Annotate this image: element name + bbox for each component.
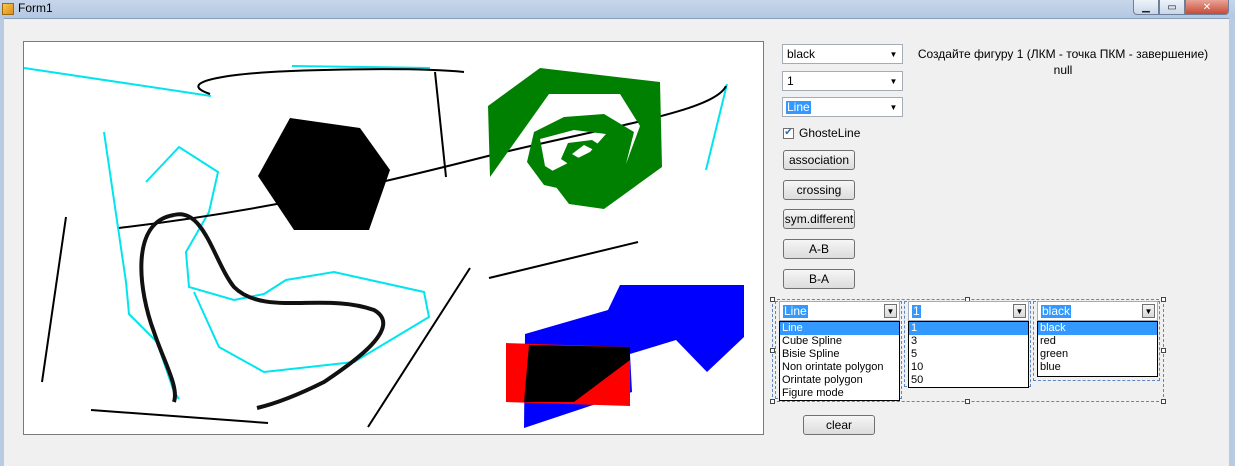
maximize-icon[interactable]: ▭ bbox=[1159, 0, 1185, 15]
list-item[interactable]: 50 bbox=[909, 374, 1028, 387]
chevron-down-icon[interactable]: ▼ bbox=[884, 304, 897, 318]
ghostline-label: GhosteLine bbox=[799, 126, 861, 140]
mode-list-combo[interactable]: Line ▼ bbox=[779, 301, 900, 321]
close-icon[interactable]: ✕ bbox=[1185, 0, 1229, 15]
resize-handle[interactable] bbox=[770, 399, 775, 404]
black-curve-top bbox=[197, 68, 465, 95]
black-line-short bbox=[488, 241, 639, 279]
a-minus-b-button[interactable]: A-B bbox=[783, 239, 855, 259]
black-line-vertical bbox=[434, 71, 447, 178]
list-item[interactable]: 5 bbox=[909, 348, 1028, 361]
color-dropdown-list: black red green blue bbox=[1037, 321, 1158, 377]
list-item[interactable]: red bbox=[1038, 335, 1157, 348]
cyan-polyline-top-mid bbox=[291, 65, 431, 69]
black-line-bottom bbox=[90, 409, 269, 424]
color-combo[interactable]: black ▼ bbox=[782, 44, 903, 64]
list-item[interactable]: Line bbox=[780, 322, 899, 335]
list-item[interactable]: green bbox=[1038, 348, 1157, 361]
list-item[interactable]: black bbox=[1038, 322, 1157, 335]
list-item[interactable]: Figure mode bbox=[780, 387, 899, 400]
list-item[interactable]: 3 bbox=[909, 335, 1028, 348]
minimize-icon[interactable]: ▁ bbox=[1133, 0, 1159, 15]
green-polygon bbox=[488, 68, 662, 209]
list-item[interactable]: Orintate polygon bbox=[780, 374, 899, 387]
info-panel: Создайте фигуру 1 (ЛКМ - точка ПКМ - зав… bbox=[913, 46, 1213, 78]
list-item[interactable]: Cube Spline bbox=[780, 335, 899, 348]
clear-button[interactable]: clear bbox=[803, 415, 875, 435]
width-dropdown-list: 1 3 5 10 50 bbox=[908, 321, 1029, 388]
color-list-combo[interactable]: black ▼ bbox=[1037, 301, 1158, 321]
b-minus-a-button[interactable]: B-A bbox=[783, 269, 855, 289]
cyan-polyline-right bbox=[705, 83, 728, 171]
width-list-value: 1 bbox=[912, 304, 921, 318]
resize-handle[interactable] bbox=[965, 399, 970, 404]
color-combo-value: black bbox=[787, 47, 816, 61]
association-button[interactable]: association bbox=[783, 150, 855, 170]
list-item[interactable]: blue bbox=[1038, 361, 1157, 374]
window-frame-left bbox=[0, 18, 4, 466]
mode-dropdown-list: Line Cube Spline Bisie Spline Non orinta… bbox=[779, 321, 900, 401]
cyan-polyline-top bbox=[24, 67, 212, 97]
list-item[interactable]: 10 bbox=[909, 361, 1028, 374]
width-list-combo[interactable]: 1 ▼ bbox=[908, 301, 1029, 321]
crossing-button[interactable]: crossing bbox=[783, 180, 855, 200]
black-spline-thick bbox=[139, 212, 386, 410]
resize-handle[interactable] bbox=[1161, 399, 1166, 404]
width-combo-value: 1 bbox=[787, 74, 794, 88]
checkmark-icon[interactable]: ✔ bbox=[783, 127, 794, 139]
chevron-down-icon[interactable]: ▼ bbox=[1142, 304, 1155, 318]
mode-combo[interactable]: Line ▼ bbox=[782, 97, 903, 117]
list-item[interactable]: Bisie Spline bbox=[780, 348, 899, 361]
resize-handle[interactable] bbox=[1161, 348, 1166, 353]
instruction-text: Создайте фигуру 1 (ЛКМ - точка ПКМ - зав… bbox=[917, 47, 1209, 61]
chevron-down-icon[interactable]: ▼ bbox=[887, 47, 900, 61]
width-combo[interactable]: 1 ▼ bbox=[782, 71, 903, 91]
chevron-down-icon[interactable]: ▼ bbox=[887, 100, 900, 114]
resize-handle[interactable] bbox=[1161, 297, 1166, 302]
chevron-down-icon[interactable]: ▼ bbox=[887, 74, 900, 88]
mode-list-value: Line bbox=[783, 304, 808, 318]
black-line-left bbox=[41, 216, 67, 383]
chevron-down-icon[interactable]: ▼ bbox=[1013, 304, 1026, 318]
sym-different-button[interactable]: sym.different bbox=[783, 209, 855, 229]
black-polygon bbox=[258, 118, 390, 230]
canvas-drawing bbox=[24, 65, 744, 428]
drawing-canvas[interactable] bbox=[23, 41, 764, 435]
window-frame-right bbox=[1229, 18, 1235, 466]
list-item[interactable]: 1 bbox=[909, 322, 1028, 335]
app-icon bbox=[2, 3, 14, 15]
ghostline-checkbox[interactable]: ✔ GhosteLine bbox=[783, 126, 860, 140]
list-item[interactable]: Non orintate polygon bbox=[780, 361, 899, 374]
window-title: Form1 bbox=[18, 1, 53, 15]
color-list-value: black bbox=[1041, 304, 1072, 318]
mode-combo-value: Line bbox=[786, 100, 811, 114]
window-buttons: ▁ ▭ ✕ bbox=[1133, 0, 1229, 16]
title-bar: Form1 ▁ ▭ ✕ bbox=[0, 0, 1235, 19]
status-text: null bbox=[1053, 63, 1073, 77]
